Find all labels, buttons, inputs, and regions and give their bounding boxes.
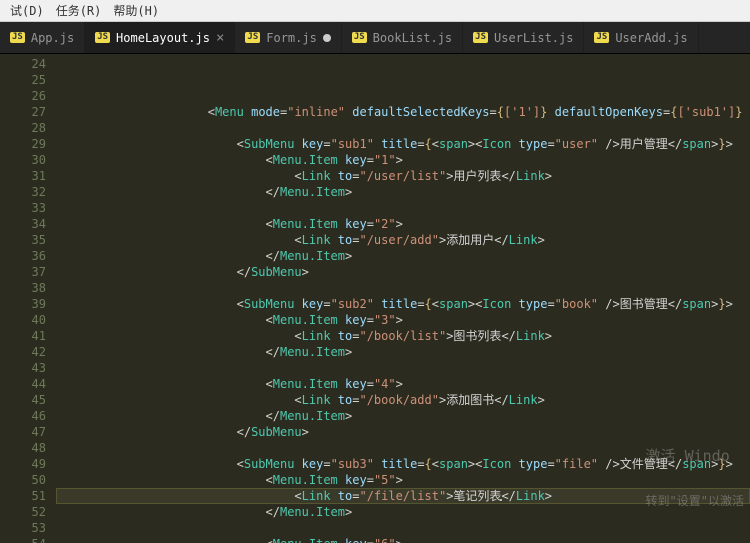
tab-form-js[interactable]: JS Form.js: [235, 22, 341, 53]
code-line[interactable]: [56, 88, 750, 104]
code-line[interactable]: [56, 520, 750, 536]
dirty-dot-icon: [323, 34, 331, 42]
line-number: 33: [0, 200, 46, 216]
line-number: 44: [0, 376, 46, 392]
code-view[interactable]: <Menu mode="inline" defaultSelectedKeys=…: [56, 54, 750, 543]
line-number: 26: [0, 88, 46, 104]
tab-app-js[interactable]: JS App.js: [0, 22, 85, 53]
code-line[interactable]: <Menu.Item key="4">: [56, 376, 750, 392]
code-line[interactable]: <Menu.Item key="5">: [56, 472, 750, 488]
tab-userlist-js[interactable]: JS UserList.js: [463, 22, 584, 53]
code-line[interactable]: <SubMenu key="sub3" title={<span><Icon t…: [56, 456, 750, 472]
tab-homelayout-js[interactable]: JS HomeLayout.js ×: [85, 22, 235, 53]
code-line[interactable]: <Link to="/book/list">图书列表</Link>: [56, 328, 750, 344]
code-line[interactable]: <Menu mode="inline" defaultSelectedKeys=…: [56, 104, 750, 120]
code-line[interactable]: [56, 440, 750, 456]
code-line[interactable]: [56, 280, 750, 296]
code-line[interactable]: [56, 200, 750, 216]
line-number: 41: [0, 328, 46, 344]
line-number: 52: [0, 504, 46, 520]
line-number: 35: [0, 232, 46, 248]
code-line[interactable]: <Link to="/book/add">添加图书</Link>: [56, 392, 750, 408]
line-number: 49: [0, 456, 46, 472]
code-line[interactable]: <Link to="/file/list">笔记列表</Link>: [56, 488, 750, 504]
tab-label: HomeLayout.js: [116, 31, 210, 45]
code-line[interactable]: </Menu.Item>: [56, 408, 750, 424]
js-icon: JS: [10, 32, 25, 43]
js-icon: JS: [95, 32, 110, 43]
close-icon[interactable]: ×: [216, 30, 224, 46]
code-line[interactable]: <SubMenu key="sub1" title={<span><Icon t…: [56, 136, 750, 152]
line-number: 39: [0, 296, 46, 312]
code-line[interactable]: <SubMenu key="sub2" title={<span><Icon t…: [56, 296, 750, 312]
tab-bar: JS App.js JS HomeLayout.js × JS Form.js …: [0, 22, 750, 54]
line-number: 48: [0, 440, 46, 456]
js-icon: JS: [473, 32, 488, 43]
js-icon: JS: [245, 32, 260, 43]
tab-label: Form.js: [266, 31, 317, 45]
code-line[interactable]: <Menu.Item key="3">: [56, 312, 750, 328]
line-number: 25: [0, 72, 46, 88]
line-number: 38: [0, 280, 46, 296]
menubar: 试(D) 任务(R) 帮助(H): [0, 0, 750, 22]
menu-item-tasks[interactable]: 任务(R): [50, 2, 108, 19]
code-line[interactable]: </Menu.Item>: [56, 184, 750, 200]
line-number: 34: [0, 216, 46, 232]
line-number: 32: [0, 184, 46, 200]
menu-item-debug[interactable]: 试(D): [4, 2, 50, 19]
line-number: 36: [0, 248, 46, 264]
editor-area: 2425262728293031323334353637383940414243…: [0, 54, 750, 543]
line-number: 30: [0, 152, 46, 168]
line-number: 53: [0, 520, 46, 536]
js-icon: JS: [594, 32, 609, 43]
code-line[interactable]: <Menu.Item key="1">: [56, 152, 750, 168]
code-line[interactable]: </SubMenu>: [56, 424, 750, 440]
code-line[interactable]: <Link to="/user/add">添加用户</Link>: [56, 232, 750, 248]
tab-label: UserList.js: [494, 31, 573, 45]
code-line[interactable]: </Menu.Item>: [56, 344, 750, 360]
line-number: 28: [0, 120, 46, 136]
tab-label: BookList.js: [373, 31, 452, 45]
line-number: 47: [0, 424, 46, 440]
line-number: 54: [0, 536, 46, 543]
line-number: 43: [0, 360, 46, 376]
tab-useradd-js[interactable]: JS UserAdd.js: [584, 22, 698, 53]
line-number: 42: [0, 344, 46, 360]
editor-window: 试(D) 任务(R) 帮助(H) JS App.js JS HomeLayout…: [0, 0, 750, 543]
line-number: 31: [0, 168, 46, 184]
js-icon: JS: [352, 32, 367, 43]
line-number: 24: [0, 56, 46, 72]
tab-booklist-js[interactable]: JS BookList.js: [342, 22, 463, 53]
code-line[interactable]: [56, 120, 750, 136]
line-number: 40: [0, 312, 46, 328]
tab-label: UserAdd.js: [615, 31, 687, 45]
line-number: 51: [0, 488, 46, 504]
line-number: 50: [0, 472, 46, 488]
line-number: 27: [0, 104, 46, 120]
code-line[interactable]: </Menu.Item>: [56, 248, 750, 264]
code-line[interactable]: <Link to="/user/list">用户列表</Link>: [56, 168, 750, 184]
code-line[interactable]: </SubMenu>: [56, 264, 750, 280]
code-line[interactable]: [56, 360, 750, 376]
tab-label: App.js: [31, 31, 74, 45]
line-number: 45: [0, 392, 46, 408]
code-line[interactable]: <Menu.Item key="2">: [56, 216, 750, 232]
line-number: 46: [0, 408, 46, 424]
line-gutter: 2425262728293031323334353637383940414243…: [0, 54, 56, 543]
code-line[interactable]: <Menu.Item key="6">: [56, 536, 750, 543]
code-line[interactable]: </Menu.Item>: [56, 504, 750, 520]
line-number: 29: [0, 136, 46, 152]
line-number: 37: [0, 264, 46, 280]
menu-item-help[interactable]: 帮助(H): [107, 2, 165, 19]
